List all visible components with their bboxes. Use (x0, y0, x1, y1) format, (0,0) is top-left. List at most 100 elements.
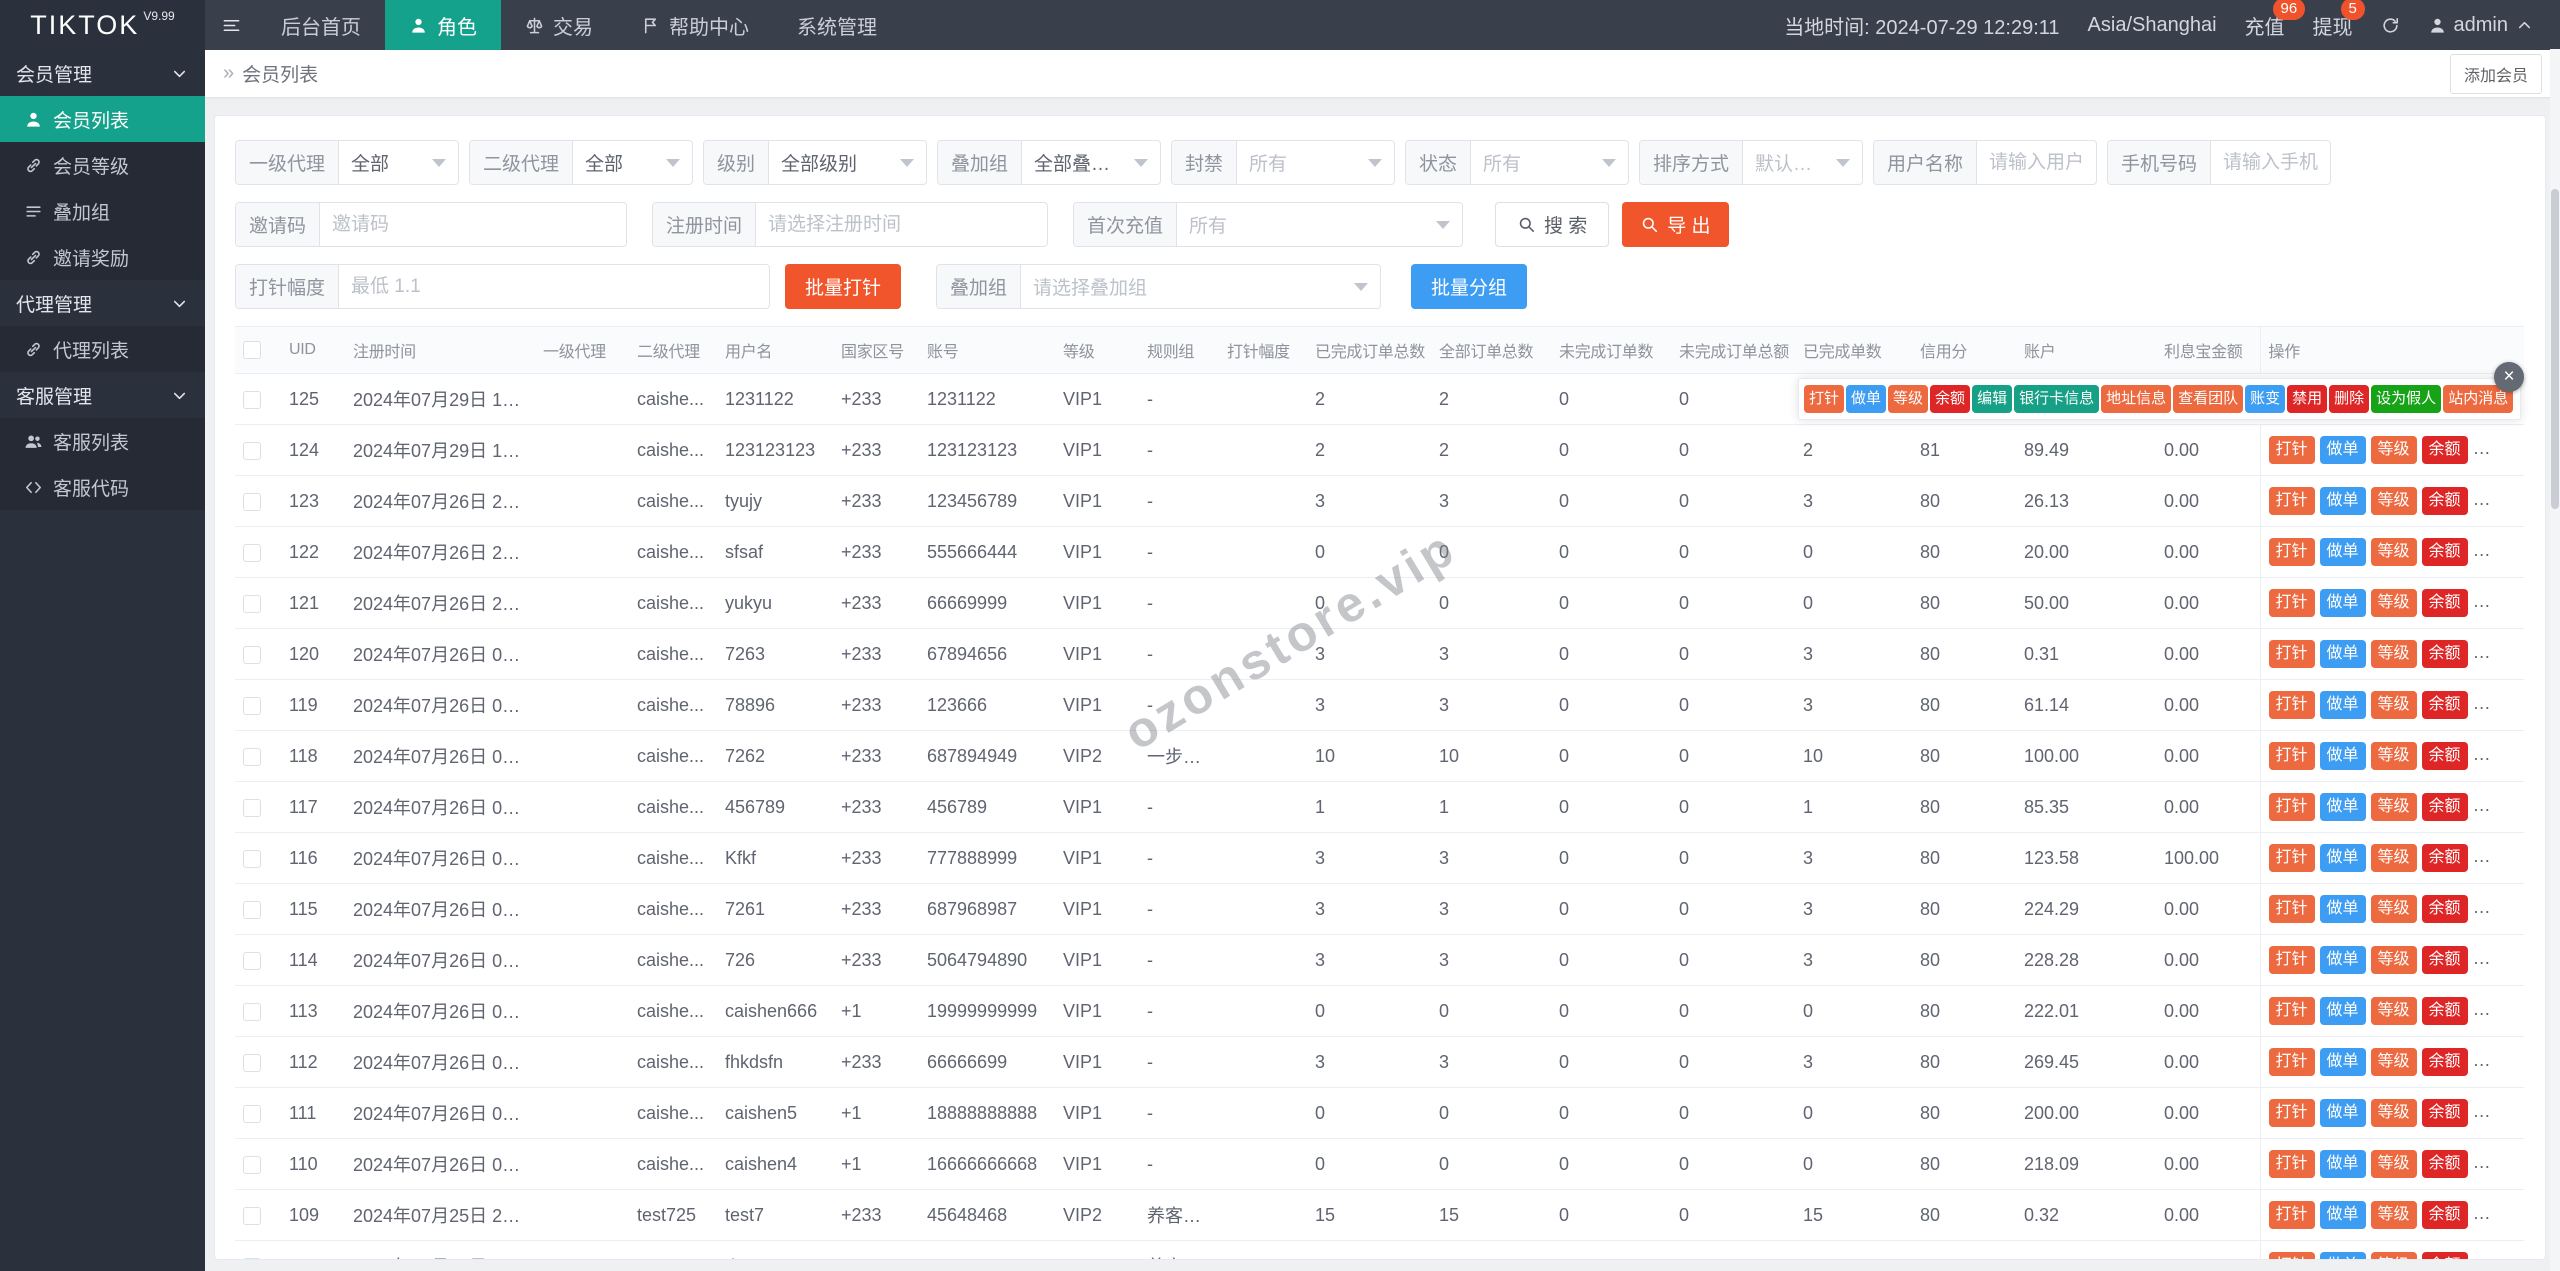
inject-range-input[interactable] (339, 265, 769, 308)
row-action-做单[interactable]: 做单 (2319, 639, 2366, 669)
row-action-等级[interactable]: 等级 (2370, 588, 2417, 618)
sidebar-item-邀请奖励[interactable]: 邀请奖励 (0, 234, 205, 280)
filter-select[interactable]: 默认排序 (1743, 141, 1862, 184)
row-action-设为假人[interactable]: 设为假人 (2371, 385, 2442, 413)
admin-menu[interactable]: admin (2428, 14, 2534, 37)
row-action-余额[interactable]: 余额 (2421, 486, 2468, 516)
row-action-余额[interactable]: 余额 (2421, 1098, 2468, 1128)
row-action-等级[interactable]: 等级 (2370, 537, 2417, 567)
row-action-打针[interactable]: 打针 (2268, 690, 2315, 720)
row-action-查看团队[interactable]: 查看团队 (2173, 385, 2244, 413)
row-action-余额[interactable]: 余额 (2421, 639, 2468, 669)
sidebar-item-会员列表[interactable]: 会员列表 (0, 96, 205, 142)
row-action-编辑[interactable]: 编辑 (1972, 385, 2013, 413)
add-member-button[interactable]: 添加会员 (2449, 53, 2542, 94)
row-checkbox[interactable] (243, 1002, 261, 1021)
row-action-打针[interactable]: 打针 (2268, 894, 2315, 924)
filter-input[interactable] (2211, 141, 2330, 184)
recharge-link[interactable]: 充值 96 (2245, 0, 2306, 40)
row-action-银行卡信息[interactable]: 银行卡信息 (2014, 385, 2100, 413)
row-checkbox[interactable] (243, 1257, 261, 1259)
row-action-等级[interactable]: 等级 (2370, 1200, 2417, 1230)
row-action-做单[interactable]: 做单 (2319, 1200, 2366, 1230)
row-checkbox[interactable] (243, 951, 261, 970)
row-action-做单[interactable]: 做单 (2319, 843, 2366, 873)
row-action-余额[interactable]: 余额 (2421, 1200, 2468, 1230)
row-checkbox[interactable] (243, 747, 261, 766)
row-action-余额[interactable]: 余额 (2421, 843, 2468, 873)
row-action-打针[interactable]: 打针 (2268, 1251, 2315, 1259)
row-action-余额[interactable]: 余额 (2421, 537, 2468, 567)
row-action-等级[interactable]: 等级 (2370, 996, 2417, 1026)
row-action-做单[interactable]: 做单 (2319, 1047, 2366, 1077)
refresh-icon[interactable] (2381, 16, 2400, 35)
row-action-等级[interactable]: 等级 (2370, 1251, 2417, 1259)
row-action-余额[interactable]: 余额 (2421, 792, 2468, 822)
reg-time-input[interactable] (756, 203, 1047, 246)
topbar-menu-item[interactable]: 系统管理 (773, 0, 901, 50)
row-checkbox[interactable] (243, 543, 261, 562)
close-icon[interactable]: × (2494, 362, 2524, 393)
topbar-menu-item[interactable]: 角色 (385, 0, 501, 50)
row-action-等级[interactable]: 等级 (2370, 1047, 2417, 1077)
row-action-余额[interactable]: 余额 (2421, 894, 2468, 924)
row-action-等级[interactable]: 等级 (2370, 843, 2417, 873)
row-action-余额[interactable]: 余额 (2421, 1251, 2468, 1259)
row-action-等级[interactable]: 等级 (2370, 690, 2417, 720)
row-action-做单[interactable]: 做单 (2319, 1149, 2366, 1179)
sidebar-item-客服列表[interactable]: 客服列表 (0, 418, 205, 464)
row-checkbox[interactable] (243, 645, 261, 664)
row-action-余额[interactable]: 余额 (2421, 945, 2468, 975)
row-action-打针[interactable]: 打针 (2268, 537, 2315, 567)
row-checkbox[interactable] (243, 1155, 261, 1174)
row-action-做单[interactable]: 做单 (2319, 792, 2366, 822)
first-recharge-select[interactable]: 所有 (1177, 203, 1462, 246)
topbar-menu-item[interactable]: 帮助中心 (617, 0, 773, 50)
row-action-余额[interactable]: 余额 (2421, 741, 2468, 771)
row-action-做单[interactable]: 做单 (2319, 435, 2366, 465)
row-action-打针[interactable]: 打针 (2268, 741, 2315, 771)
select-all-checkbox[interactable] (243, 340, 261, 359)
row-action-打针[interactable]: 打针 (2268, 1149, 2315, 1179)
search-button[interactable]: 搜 索 (1495, 202, 1610, 247)
row-action-做单[interactable]: 做单 (2319, 690, 2366, 720)
filter-select[interactable]: 全部叠加组 (1022, 141, 1160, 184)
row-checkbox[interactable] (243, 798, 261, 817)
sidebar-group-header[interactable]: 客服管理 (0, 372, 205, 418)
row-action-打针[interactable]: 打针 (2268, 996, 2315, 1026)
filter-select[interactable]: 全部级别 (769, 141, 926, 184)
row-action-余额[interactable]: 余额 (2421, 1149, 2468, 1179)
row-action-余额[interactable]: 余额 (2421, 435, 2468, 465)
row-action-做单[interactable]: 做单 (2319, 486, 2366, 516)
row-action-打针[interactable]: 打针 (2268, 843, 2315, 873)
row-checkbox[interactable] (243, 492, 261, 511)
row-action-打针[interactable]: 打针 (2268, 486, 2315, 516)
export-button[interactable]: 导 出 (1622, 202, 1729, 247)
sidebar-item-客服代码[interactable]: 客服代码 (0, 464, 205, 510)
row-action-做单[interactable]: 做单 (1846, 385, 1887, 413)
row-action-余额[interactable]: 余额 (2421, 588, 2468, 618)
row-action-做单[interactable]: 做单 (2319, 894, 2366, 924)
row-action-余额[interactable]: 余额 (2421, 996, 2468, 1026)
row-action-做单[interactable]: 做单 (2319, 537, 2366, 567)
row-action-打针[interactable]: 打针 (2268, 792, 2315, 822)
row-checkbox[interactable] (243, 1053, 261, 1072)
withdraw-link[interactable]: 提现 5 (2313, 0, 2365, 40)
filter-select[interactable]: 所有 (1471, 141, 1628, 184)
topbar-menu-item[interactable]: 交易 (501, 0, 617, 50)
row-action-做单[interactable]: 做单 (2319, 1098, 2366, 1128)
row-action-地址信息[interactable]: 地址信息 (2101, 385, 2172, 413)
row-action-打针[interactable]: 打针 (2268, 1098, 2315, 1128)
filter-select[interactable]: 所有 (1237, 141, 1394, 184)
row-action-做单[interactable]: 做单 (2319, 945, 2366, 975)
sidebar-group-header[interactable]: 代理管理 (0, 280, 205, 326)
filter-select[interactable]: 全部 (339, 141, 458, 184)
row-checkbox[interactable] (243, 849, 261, 868)
row-action-等级[interactable]: 等级 (2370, 945, 2417, 975)
row-action-打针[interactable]: 打针 (2268, 435, 2315, 465)
row-action-打针[interactable]: 打针 (2268, 945, 2315, 975)
row-action-删除[interactable]: 删除 (2329, 385, 2370, 413)
topbar-menu-item[interactable]: 后台首页 (257, 0, 385, 50)
sidebar-group-header[interactable]: 会员管理 (0, 50, 205, 96)
row-action-等级[interactable]: 等级 (2370, 639, 2417, 669)
